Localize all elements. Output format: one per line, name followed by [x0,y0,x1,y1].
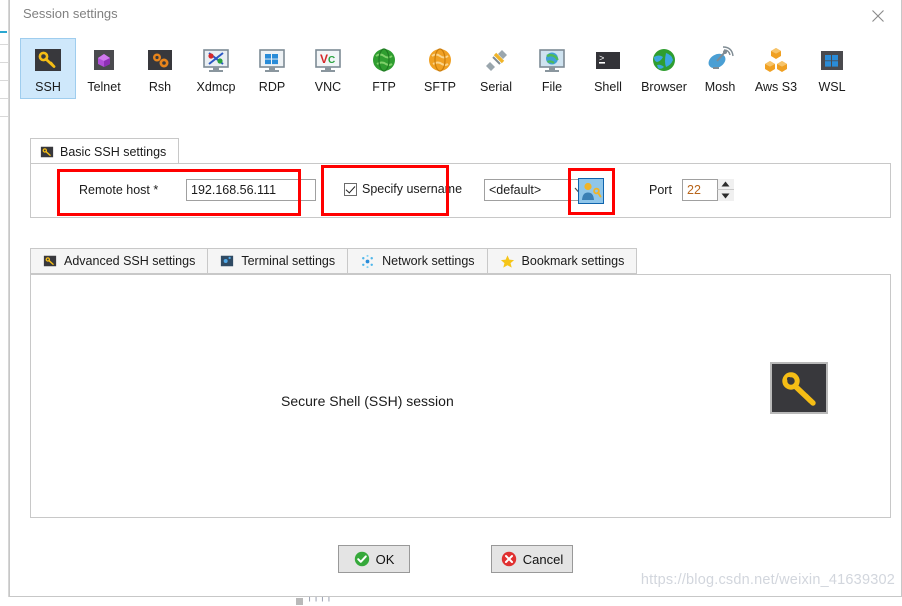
session-type-toolbar: SSH Telnet Rsh Xdmcp RDP V C VNC FTP SFT… [10,30,901,113]
session-type-ftp[interactable]: FTP [356,38,412,99]
serial-plug-icon [486,50,507,71]
port-spinner-down[interactable] [717,190,734,201]
basic-settings-panel: Remote host * Specify username <default>… [30,163,891,218]
ftp-globe-icon [373,48,395,72]
session-type-label: WSL [818,80,846,94]
session-type-serial[interactable]: Serial [468,38,524,99]
basic-settings-tabstrip: Basic SSH settings [30,138,180,164]
session-type-wsl[interactable]: WSL [804,38,860,99]
session-type-label: FTP [372,80,396,94]
terminal-icon [221,255,234,267]
session-type-xdmcp[interactable]: Xdmcp [188,38,244,99]
session-type-label: SSH [35,80,61,94]
session-type-file[interactable]: File [524,38,580,99]
wsl-windows-icon [821,51,843,70]
rsh-gears-icon [148,50,172,70]
tab-bookmark-settings[interactable]: Bookmark settings [486,248,638,274]
session-type-label: Shell [594,80,622,94]
session-type-label: Mosh [704,80,736,94]
dialog-titlebar: Session settings [10,0,901,30]
session-type-label: SFTP [424,80,456,94]
settings-tabstrip: Advanced SSH settings Terminal settings … [30,248,638,274]
session-type-sftp[interactable]: SFTP [412,38,468,99]
port-spinner[interactable] [717,179,734,201]
x-circle-icon [501,551,516,567]
session-content-panel: Secure Shell (SSH) session [30,274,891,518]
background-window-left-edge [0,0,9,606]
svg-text:C: C [328,55,335,66]
session-type-label: RDP [258,80,286,94]
telnet-icon [94,50,114,70]
key-icon [40,146,54,157]
username-select[interactable]: <default> [484,179,590,201]
session-type-label: Xdmcp [196,80,236,94]
session-type-mosh[interactable]: Mosh [692,38,748,99]
shell-terminal-icon: > [596,52,620,69]
port-spinner-up[interactable] [717,179,734,190]
remote-host-label: Remote host * [79,183,159,197]
tab-terminal-settings[interactable]: Terminal settings [207,248,348,274]
ok-button-label: OK [375,551,395,567]
star-icon [500,254,514,268]
close-button[interactable] [856,0,901,29]
tab-network-settings[interactable]: Network settings [347,248,487,274]
session-type-label: File [541,80,563,94]
remote-host-input[interactable] [186,179,316,201]
session-type-aws-s3[interactable]: Aws S3 [748,38,804,99]
session-type-label: Browser [641,80,687,94]
username-select-value: <default> [489,183,542,197]
cancel-button[interactable]: Cancel [491,545,573,573]
user-key-button[interactable] [578,178,604,204]
checkbox-box-icon [344,182,357,196]
tab-label: Basic SSH settings [60,144,167,159]
ok-button[interactable]: OK [338,545,410,573]
spinner-down-icon [721,193,730,199]
session-description: Secure Shell (SSH) session [281,393,454,409]
tab-advanced-ssh-settings[interactable]: Advanced SSH settings [30,248,208,274]
key-icon [43,255,57,267]
network-icon [362,254,374,268]
specify-username-checkbox[interactable]: Specify username [344,182,462,196]
browser-globe-icon [653,49,675,71]
mosh-dish-icon [708,46,734,69]
user-key-icon [579,179,603,203]
session-type-label: VNC [314,80,342,94]
session-type-browser[interactable]: Browser [636,38,692,99]
watermark-text: https://blog.csdn.net/weixin_41639302 [640,572,895,588]
specify-username-label: Specify username [362,182,463,196]
session-type-label: Rsh [148,80,172,94]
file-monitor-icon [539,49,565,72]
spinner-up-icon [721,181,730,187]
tab-label: Terminal settings [241,254,336,268]
sftp-globe-icon [429,48,451,72]
session-type-rsh[interactable]: Rsh [132,38,188,99]
session-type-shell[interactable]: > Shell [580,38,636,99]
tab-basic-ssh-settings[interactable]: Basic SSH settings [30,138,180,164]
tab-label: Advanced SSH settings [64,254,196,268]
tab-label: Network settings [382,254,475,268]
ssh-key-icon [35,49,61,71]
background-window-bottom-edge: | | | | 号码测试 [0,597,902,606]
session-type-label: Telnet [87,80,121,94]
xdmcp-monitor-icon [203,49,229,72]
svg-text:V: V [320,52,328,66]
window-title: Session settings [23,6,118,21]
session-type-ssh[interactable]: SSH [20,38,76,99]
aws-s3-icon [765,48,787,72]
cancel-button-label: Cancel [522,551,564,567]
check-circle-icon [354,551,369,567]
session-type-telnet[interactable]: Telnet [76,38,132,99]
ssh-key-icon-large [770,362,828,414]
session-type-label: Aws S3 [754,80,798,94]
tab-label: Bookmark settings [521,254,625,268]
session-settings-dialog: Session settings SSH Telnet Rsh Xdmcp RD… [9,0,902,597]
session-type-rdp[interactable]: RDP [244,38,300,99]
session-type-vnc[interactable]: V C VNC [300,38,356,99]
port-label: Port [649,183,672,197]
session-type-label: Serial [480,80,512,94]
close-icon [872,10,884,22]
vnc-monitor-icon: V C [315,49,341,72]
rdp-monitor-icon [259,49,285,72]
